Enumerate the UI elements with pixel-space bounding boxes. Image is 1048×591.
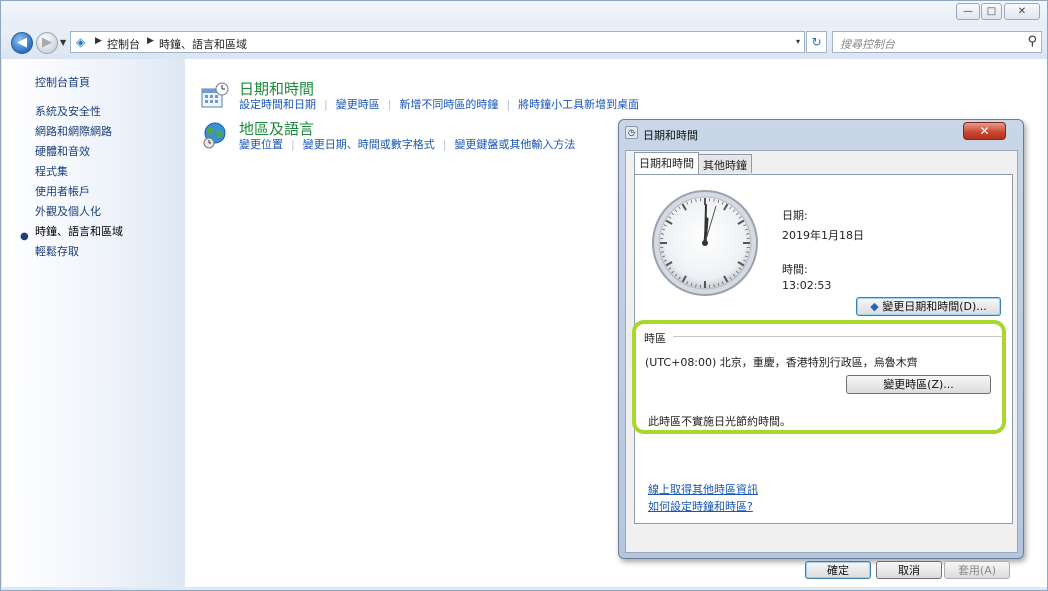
dialog-close-button[interactable]: ✕ [963, 122, 1006, 140]
dialog-app-icon: ◷ [625, 126, 638, 139]
sidebar-item-security[interactable]: 系統及安全性 [35, 103, 101, 119]
link-add-clock-gadget[interactable]: 將時鐘小工具新增到桌面 [518, 98, 639, 111]
back-button[interactable]: ◀ [11, 32, 33, 54]
search-placeholder: 搜尋控制台 [840, 38, 895, 51]
sidebar-item-hardware[interactable]: 硬體和音效 [35, 143, 90, 159]
control-panel-icon: ◈ [76, 35, 86, 49]
date-label: 日期: [782, 209, 808, 222]
category-links-date-time: 設定時間和日期 | 變更時區 | 新增不同時區的時鐘 | 將時鐘小工具新增到桌面 [239, 98, 640, 111]
link-change-timezone[interactable]: 變更時區 [336, 98, 380, 111]
maximize-button[interactable]: □ [981, 3, 1002, 20]
link-set-time-date[interactable]: 設定時間和日期 [239, 98, 316, 111]
tab-additional-clocks[interactable]: 其他時鐘 [698, 154, 752, 173]
sidebar-item-programs[interactable]: 程式集 [35, 163, 68, 179]
globe-icon[interactable] [201, 121, 229, 149]
time-label: 時間: [782, 263, 808, 276]
sidebar: 控制台首頁 系統及安全性 網路和網際網路 硬體和音效 程式集 使用者帳戶 外觀及… [2, 59, 185, 587]
chevron-down-icon[interactable]: ▾ [796, 37, 800, 46]
change-date-time-button[interactable]: ◆ 變更日期和時間(D)... [856, 297, 1001, 316]
sidebar-item-ease-of-access[interactable]: 輕鬆存取 [35, 243, 79, 259]
chevron-right-icon[interactable]: ▶ [95, 36, 102, 46]
category-links-region-language: 變更位置 | 變更日期、時間或數字格式 | 變更鍵盤或其他輸入方法 [239, 138, 576, 151]
link-change-formats[interactable]: 變更日期、時間或數字格式 [303, 138, 435, 151]
link-change-location[interactable]: 變更位置 [239, 138, 283, 151]
chevron-right-icon[interactable]: ▶ [147, 36, 154, 46]
navigation-bar: ◀ ▶ ▼ ◈ ▶ 控制台 ▶ 時鐘、語言和區域 ▾ ↻ 搜尋控制台 ⚲ [1, 27, 1047, 59]
uac-shield-icon: ◆ [870, 300, 879, 313]
breadcrumb-clock-language-region[interactable]: 時鐘、語言和區域 [159, 36, 247, 52]
change-date-time-label: 變更日期和時間(D)... [882, 300, 987, 313]
howto-clock-timezone-link[interactable]: 如何設定時鐘和時區? [648, 498, 753, 514]
active-bullet-icon: ● [20, 231, 29, 242]
sidebar-item-network[interactable]: 網路和網際網路 [35, 123, 112, 139]
title-bar: — □ ✕ [1, 1, 1047, 27]
cancel-button[interactable]: 取消 [876, 561, 942, 579]
sidebar-item-user-accounts[interactable]: 使用者帳戶 [35, 183, 90, 199]
online-timezone-link[interactable]: 線上取得其他時區資訊 [648, 481, 758, 497]
search-input[interactable]: 搜尋控制台 ⚲ [832, 31, 1042, 53]
calendar-clock-icon[interactable] [201, 81, 229, 109]
search-icon[interactable]: ⚲ [1027, 34, 1037, 49]
history-dropdown-icon[interactable]: ▼ [60, 38, 66, 47]
dialog-title: 日期和時間 [643, 129, 698, 142]
date-value: 2019年1月18日 [782, 229, 864, 242]
analog-clock-icon [652, 190, 758, 296]
link-add-clocks[interactable]: 新增不同時區的時鐘 [399, 98, 498, 111]
close-button[interactable]: ✕ [1004, 3, 1040, 20]
apply-button[interactable]: 套用(A) [944, 561, 1010, 579]
link-change-keyboard[interactable]: 變更鍵盤或其他輸入方法 [454, 138, 575, 151]
forward-button[interactable]: ▶ [36, 32, 58, 54]
timezone-highlight-box [632, 320, 1006, 434]
tab-date-time[interactable]: 日期和時間 [634, 152, 699, 174]
address-bar[interactable]: ◈ ▶ 控制台 ▶ 時鐘、語言和區域 ▾ [70, 31, 805, 53]
time-value: 13:02:53 [782, 279, 832, 292]
sidebar-home-link[interactable]: 控制台首頁 [35, 74, 90, 90]
sidebar-item-clock-language-region[interactable]: 時鐘、語言和區域 [35, 223, 123, 239]
sidebar-item-appearance[interactable]: 外觀及個人化 [35, 203, 101, 219]
minimize-button[interactable]: — [956, 3, 980, 20]
refresh-button[interactable]: ↻ [806, 31, 827, 53]
ok-button[interactable]: 確定 [805, 561, 871, 579]
breadcrumb-control-panel[interactable]: 控制台 [107, 36, 140, 52]
